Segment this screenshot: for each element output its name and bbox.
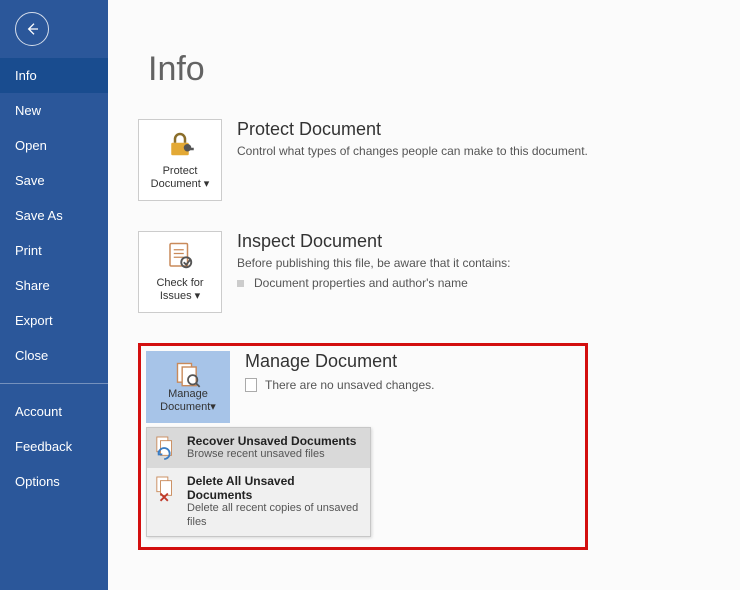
tile-label-line2: Issues — [160, 290, 192, 302]
sidebar-item-share[interactable]: Share — [0, 268, 108, 303]
sidebar-item-close[interactable]: Close — [0, 338, 108, 373]
section-title: Inspect Document — [237, 231, 511, 252]
lock-icon — [165, 129, 195, 159]
chevron-down-icon: ▾ — [195, 290, 201, 303]
sidebar-item-save[interactable]: Save — [0, 163, 108, 198]
page-title: Info — [148, 50, 710, 89]
manage-document-tile[interactable]: Manage Document▾ — [146, 351, 230, 423]
sidebar-separator — [0, 383, 108, 384]
bullet-text: Document properties and author's name — [254, 276, 468, 290]
section-manage: Manage Document▾ Manage Document There a… — [146, 351, 580, 423]
sidebar-item-feedback[interactable]: Feedback — [0, 429, 108, 464]
menu-item-desc: Browse recent unsaved files — [187, 448, 356, 462]
sidebar-item-label: Save As — [15, 208, 63, 223]
manage-status-text: There are no unsaved changes. — [265, 378, 434, 392]
section-title: Manage Document — [245, 351, 434, 372]
section-protect: Protect Document▾ Protect Document Contr… — [138, 119, 710, 201]
protect-document-tile[interactable]: Protect Document▾ — [138, 119, 222, 201]
sidebar-item-label: Close — [15, 348, 48, 363]
back-button-wrap — [0, 0, 108, 58]
document-mini-icon — [245, 378, 257, 392]
recover-document-icon — [155, 434, 177, 462]
tile-label-line2: Document — [160, 401, 210, 413]
manage-document-menu: Recover Unsaved Documents Browse recent … — [146, 427, 371, 537]
protect-text: Protect Document Control what types of c… — [237, 119, 588, 158]
bullet-icon — [237, 280, 244, 287]
sidebar-item-label: Print — [15, 243, 42, 258]
menu-item-recover-unsaved[interactable]: Recover Unsaved Documents Browse recent … — [147, 428, 370, 468]
tile-label-line1: Protect — [151, 165, 210, 178]
sidebar-item-print[interactable]: Print — [0, 233, 108, 268]
inspect-text: Inspect Document Before publishing this … — [237, 231, 511, 290]
tile-label-line2: Document — [151, 178, 201, 190]
sidebar-item-label: New — [15, 103, 41, 118]
manage-document-icon — [173, 360, 203, 388]
section-inspect: Check for Issues▾ Inspect Document Befor… — [138, 231, 710, 313]
menu-item-title: Delete All Unsaved Documents — [187, 474, 362, 502]
inspect-icon — [165, 241, 195, 271]
tile-label-line1: Check for — [156, 277, 203, 290]
sidebar-item-label: Info — [15, 68, 37, 83]
sidebar-item-label: Options — [15, 474, 60, 489]
inspect-bullet: Document properties and author's name — [237, 276, 511, 290]
sidebar-item-save-as[interactable]: Save As — [0, 198, 108, 233]
highlight-annotation: Manage Document▾ Manage Document There a… — [138, 343, 588, 550]
chevron-down-icon: ▾ — [204, 178, 210, 191]
main-content: Info Protect Document▾ Protect Document … — [108, 0, 740, 590]
sidebar-item-open[interactable]: Open — [0, 128, 108, 163]
delete-document-icon — [155, 474, 177, 502]
arrow-left-icon — [24, 21, 40, 37]
sidebar-item-label: Export — [15, 313, 53, 328]
chevron-down-icon: ▾ — [210, 401, 216, 413]
back-button[interactable] — [15, 12, 49, 46]
sidebar-item-export[interactable]: Export — [0, 303, 108, 338]
manage-text: Manage Document There are no unsaved cha… — [245, 351, 434, 392]
sidebar-item-new[interactable]: New — [0, 93, 108, 128]
menu-item-delete-unsaved[interactable]: Delete All Unsaved Documents Delete all … — [147, 468, 370, 536]
section-desc: Before publishing this file, be aware th… — [237, 256, 511, 270]
sidebar-item-options[interactable]: Options — [0, 464, 108, 499]
sidebar-item-label: Open — [15, 138, 47, 153]
sidebar-item-label: Account — [15, 404, 62, 419]
section-desc: Control what types of changes people can… — [237, 144, 588, 158]
sidebar-item-account[interactable]: Account — [0, 394, 108, 429]
backstage-sidebar: Info New Open Save Save As Print Share E… — [0, 0, 108, 590]
sidebar-item-label: Feedback — [15, 439, 72, 454]
menu-item-desc: Delete all recent copies of unsaved file… — [187, 502, 362, 530]
section-title: Protect Document — [237, 119, 588, 140]
tile-label-line1: Manage — [160, 388, 216, 401]
menu-item-title: Recover Unsaved Documents — [187, 434, 356, 448]
sidebar-item-info[interactable]: Info — [0, 58, 108, 93]
sidebar-item-label: Save — [15, 173, 45, 188]
sidebar-item-label: Share — [15, 278, 50, 293]
check-for-issues-tile[interactable]: Check for Issues▾ — [138, 231, 222, 313]
